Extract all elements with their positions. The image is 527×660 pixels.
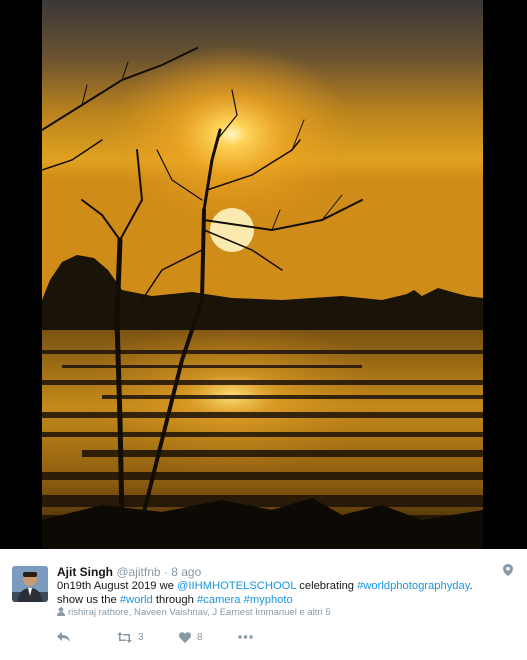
timestamp[interactable]: 8 ago <box>171 565 201 579</box>
sunset-photo[interactable] <box>42 0 483 549</box>
author-name[interactable]: Ajit Singh <box>57 565 113 579</box>
mention-link[interactable]: @IIHMHOTELSCHOOL <box>177 580 296 592</box>
tweet-details: Ajit Singh @ajitfnb · 8 ago 0n19th Augus… <box>0 549 527 660</box>
text-part: celebrating <box>296 580 358 592</box>
like-button[interactable]: 8 <box>179 629 203 645</box>
hashtag-link[interactable]: #myphoto <box>244 594 293 606</box>
separator: · <box>163 565 168 579</box>
reply-icon <box>57 631 70 642</box>
retweet-count: 3 <box>138 631 144 643</box>
tweet-actions: 3 8 <box>57 629 357 645</box>
person-tag-icon <box>57 607 65 616</box>
hashtag-link[interactable]: #world <box>120 594 153 606</box>
hashtag-link[interactable]: #worldphotographyday <box>357 580 469 592</box>
avatar[interactable] <box>12 566 48 602</box>
reply-button[interactable] <box>57 629 70 645</box>
retweet-button[interactable]: 3 <box>117 629 144 645</box>
tweet-photo-view: Ajit Singh @ajitfnb · 8 ago 0n19th Augus… <box>0 0 527 660</box>
location-pin-icon[interactable] <box>503 563 513 581</box>
text-part: through <box>152 594 197 606</box>
tagged-users-text: rishiraj rathore, Naveen Vaishnav, J Ear… <box>68 607 331 618</box>
hashtag-link[interactable]: #camera <box>197 594 241 606</box>
more-button[interactable] <box>238 629 253 645</box>
like-count: 8 <box>197 631 203 643</box>
tweet-text: 0n19th August 2019 we @IIHMHOTELSCHOOL c… <box>57 579 477 607</box>
tweet-header: Ajit Singh @ajitfnb · 8 ago <box>57 565 201 579</box>
author-handle[interactable]: @ajitfnb <box>116 565 160 579</box>
text-part: 0n19th August 2019 we <box>57 580 178 592</box>
heart-icon <box>179 631 191 643</box>
retweet-icon <box>117 631 132 643</box>
tagged-users[interactable]: rishiraj rathore, Naveen Vaishnav, J Ear… <box>57 607 331 619</box>
more-icon <box>238 635 253 639</box>
tweet-media[interactable] <box>0 0 527 549</box>
